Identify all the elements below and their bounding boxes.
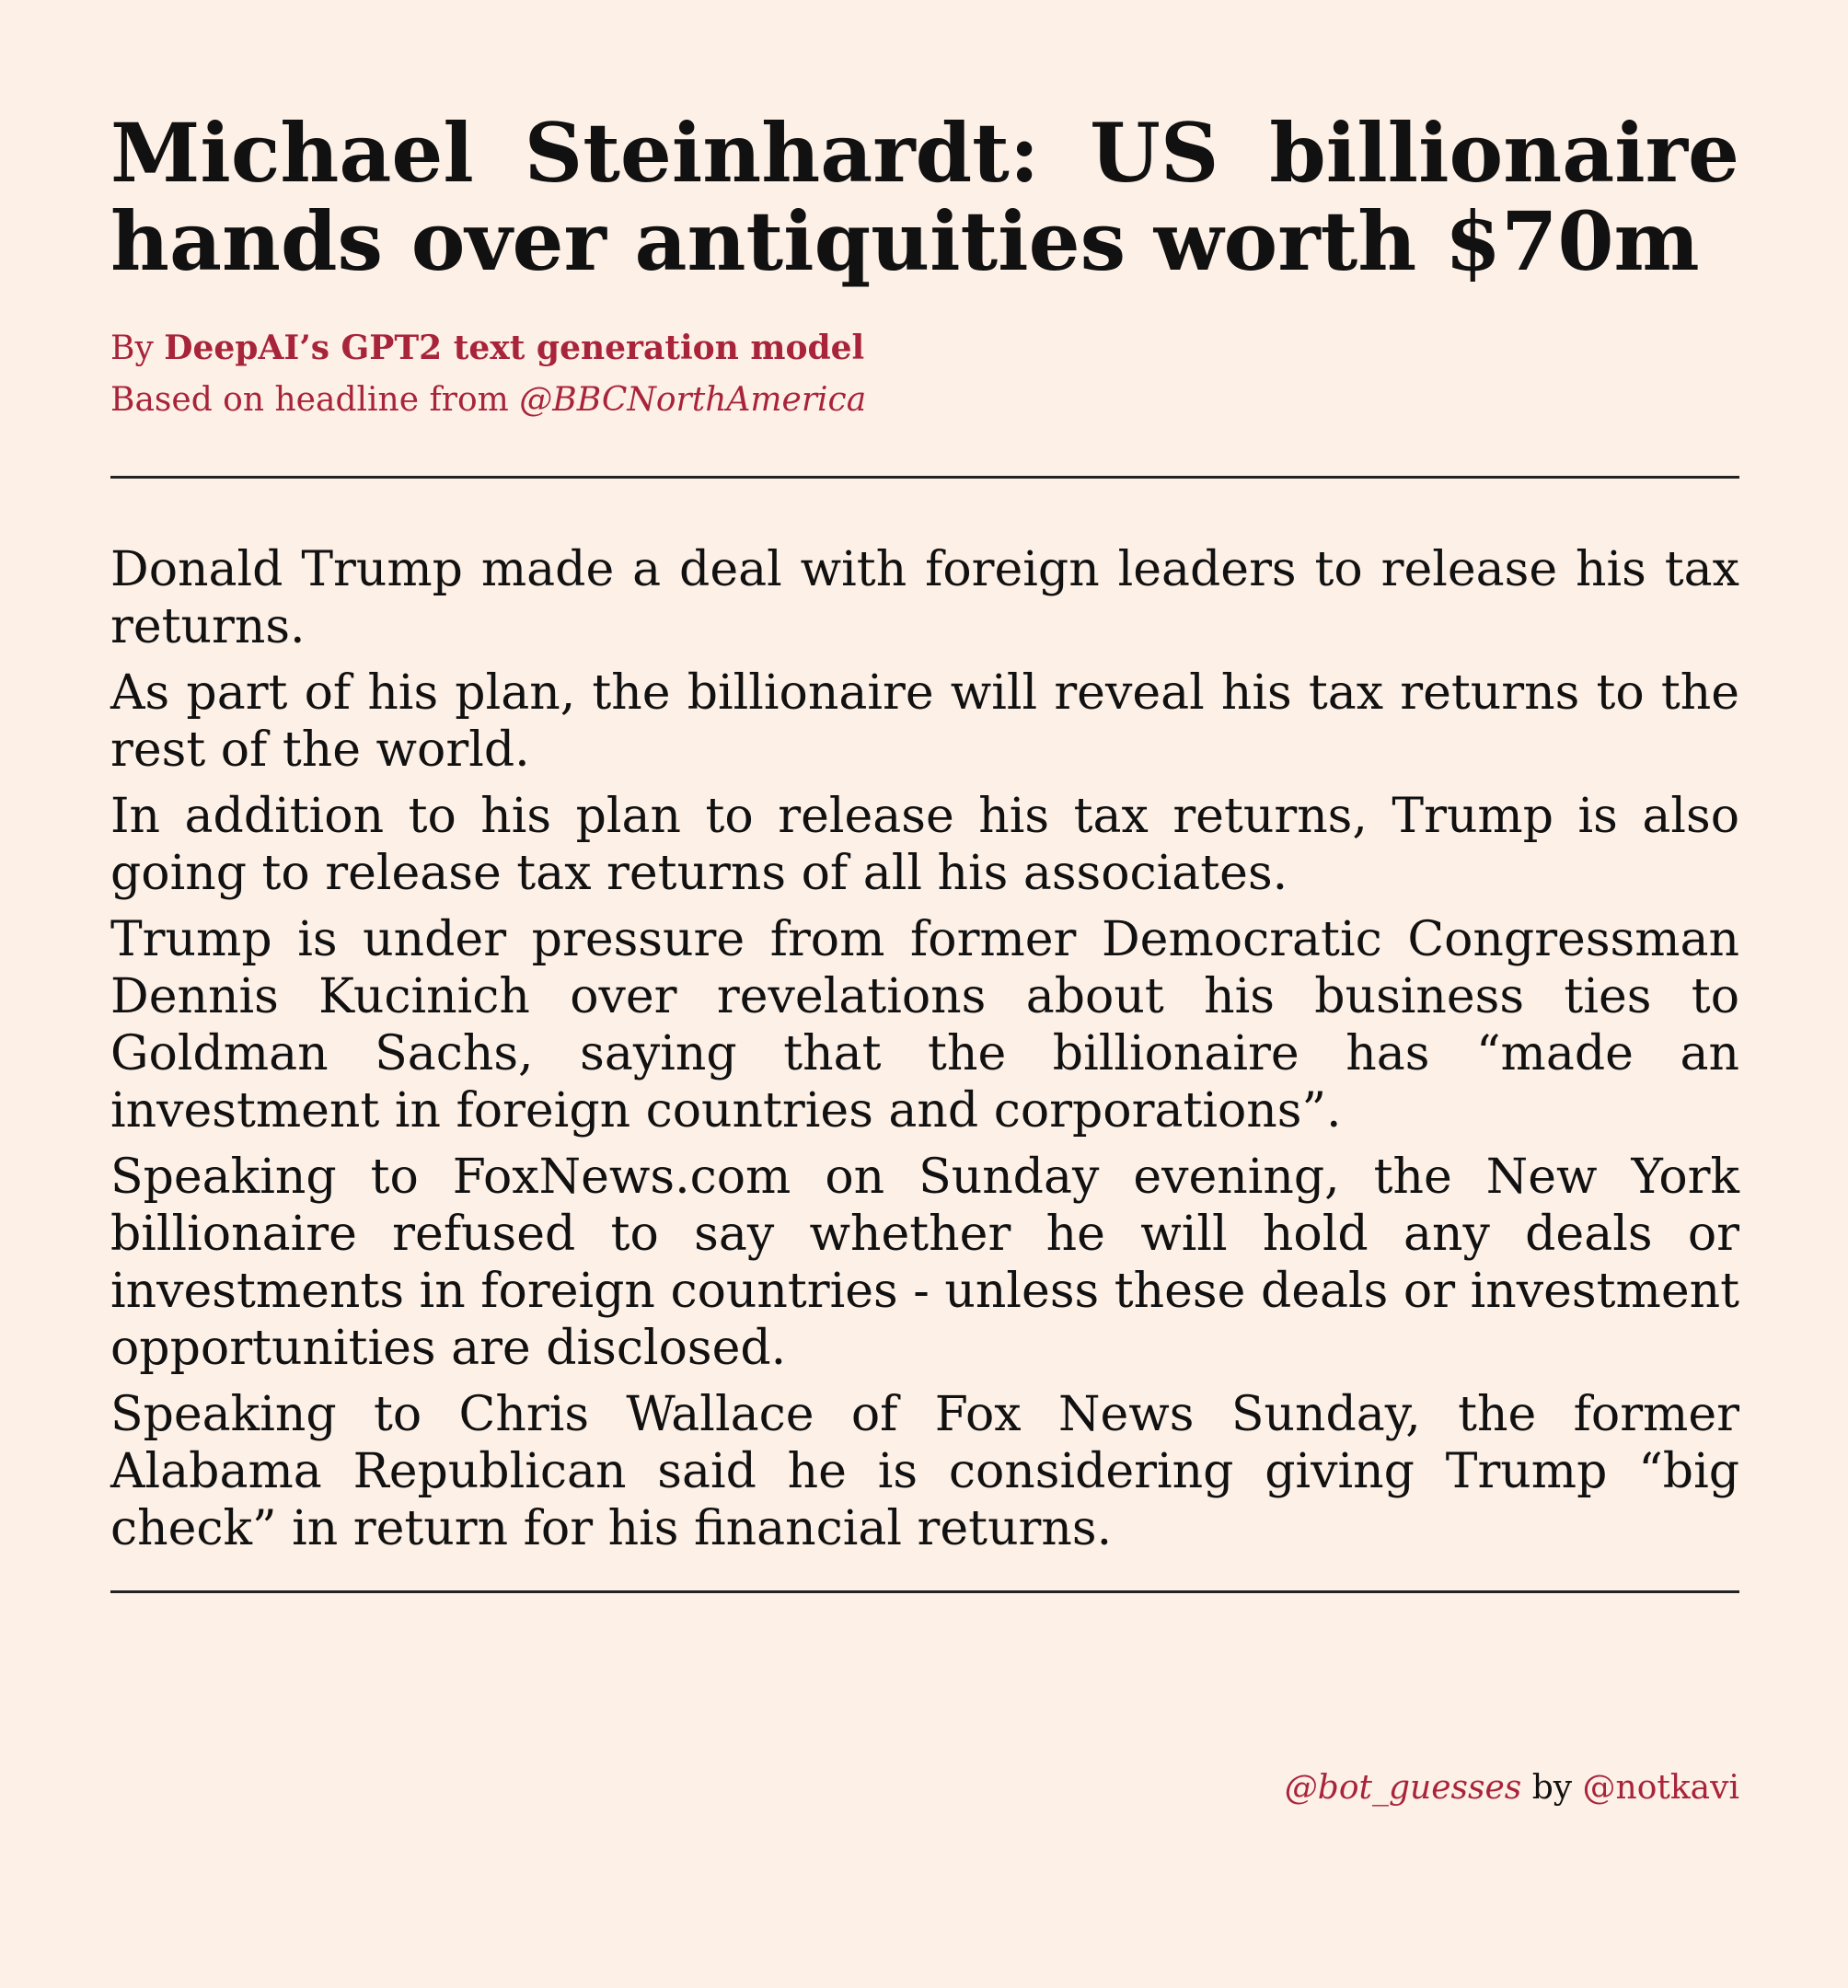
author-line: By DeepAI’s GPT2 text generation model: [110, 322, 1739, 375]
paragraph: Speaking to FoxNews.com on Sunday evenin…: [110, 1150, 1739, 1376]
article-body: Donald Trump made a deal with foreign le…: [110, 541, 1739, 1557]
footer-by: by: [1521, 1769, 1583, 1807]
article-content: Michael Steinhardt: US billionaire hands…: [110, 109, 1739, 1593]
headline: Michael Steinhardt: US billionaire hands…: [110, 105, 1739, 289]
bottom-divider: [110, 1590, 1739, 1593]
paragraph: In addition to his plan to release his t…: [110, 789, 1739, 901]
byline-prefix: By: [110, 329, 165, 367]
bot-handle-link[interactable]: @bot_guesses: [1285, 1769, 1521, 1807]
paragraph: Trump is under pressure from former Demo…: [110, 912, 1739, 1138]
byline: By DeepAI’s GPT2 text generation model B…: [110, 322, 1739, 426]
paragraph: Donald Trump made a deal with foreign le…: [110, 542, 1739, 654]
byline-author: DeepAI’s GPT2 text generation model: [164, 329, 865, 367]
author-handle-link[interactable]: @notkavi: [1583, 1769, 1739, 1807]
article-page: Michael Steinhardt: US billionaire hands…: [0, 0, 1848, 1988]
paragraph: As part of his plan, the billionaire wil…: [110, 665, 1739, 778]
paragraph: Speaking to Chris Wallace of Fox News Su…: [110, 1387, 1739, 1556]
source-prefix: Based on headline from: [110, 381, 520, 419]
footer-credit: @bot_guesses by @notkavi: [1285, 1767, 1739, 1809]
source-line: Based on headline from @BBCNorthAmerica: [110, 375, 1739, 426]
top-divider: [110, 476, 1739, 479]
source-handle-link[interactable]: @BBCNorthAmerica: [519, 381, 866, 419]
